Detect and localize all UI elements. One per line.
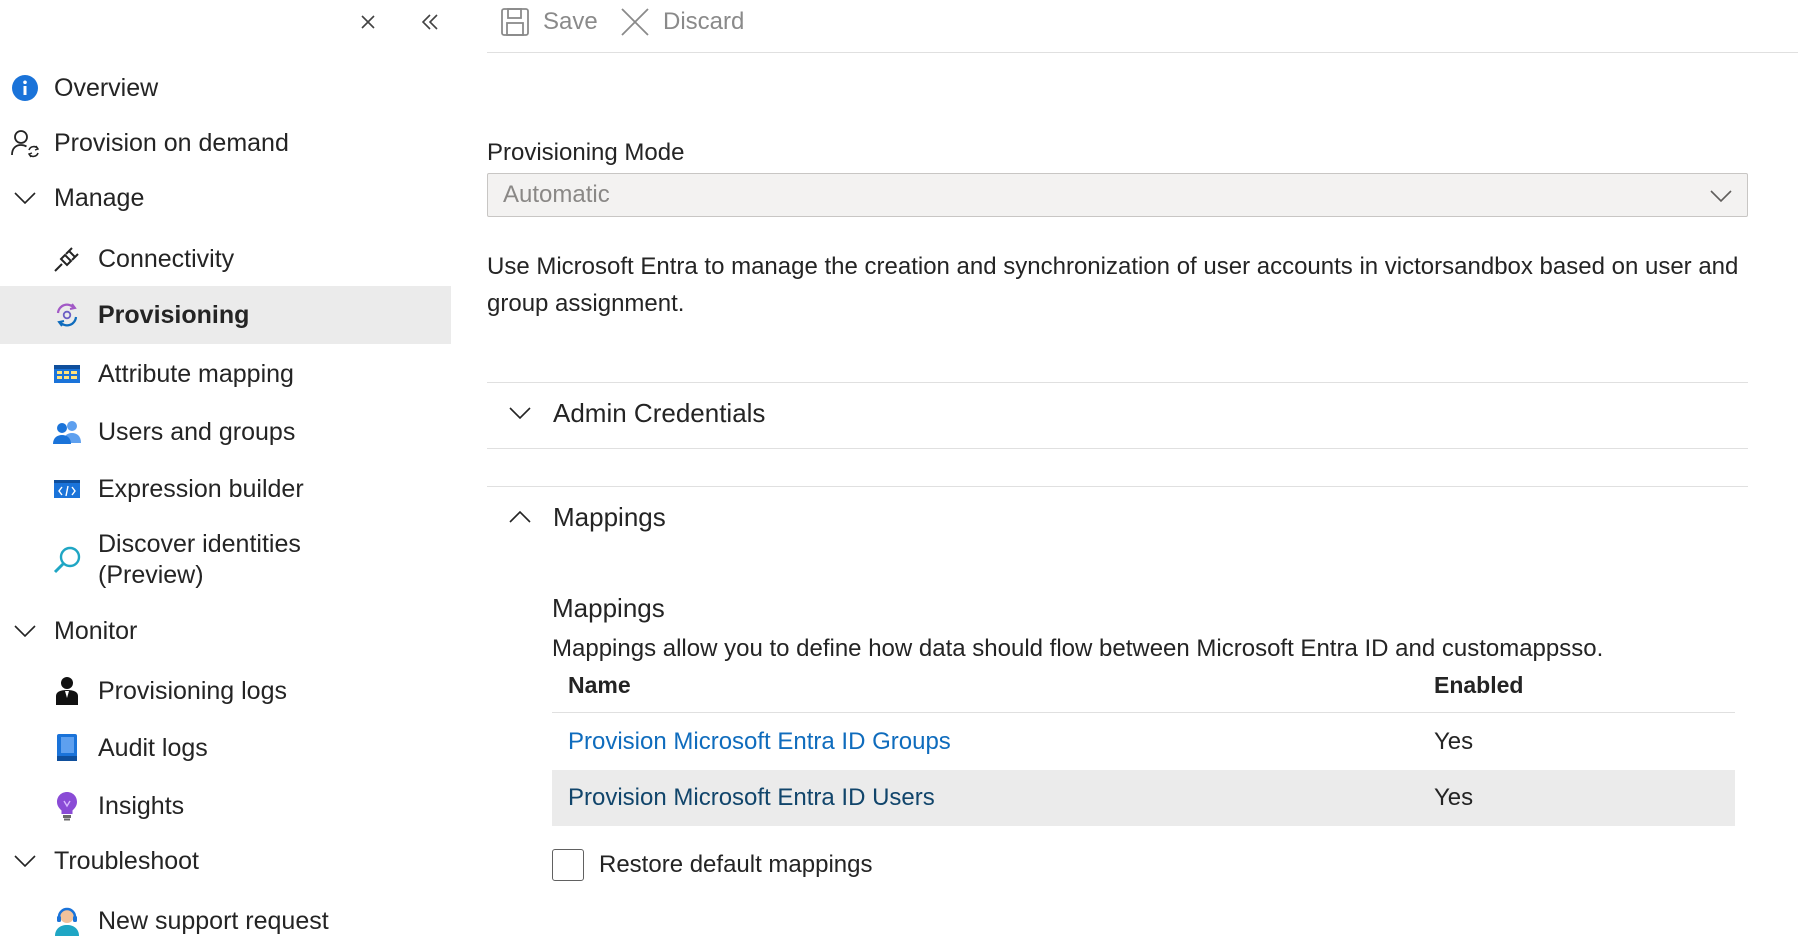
users-icon	[52, 417, 82, 447]
sidebar: Overview Provision on demand Manage Conn…	[0, 0, 451, 942]
mapping-enabled-value: Yes	[1434, 784, 1474, 811]
provisioning-mode-select[interactable]: Automatic	[487, 173, 1748, 217]
plug-icon	[52, 244, 82, 274]
sidebar-group-troubleshoot[interactable]: Troubleshoot	[0, 843, 451, 879]
sidebar-item-label: Provision on demand	[54, 128, 289, 157]
admin-credentials-section-toggle[interactable]: Admin Credentials	[487, 383, 1748, 443]
sidebar-item-expression-builder[interactable]: Expression builder	[0, 470, 451, 508]
support-agent-icon	[52, 906, 82, 936]
provisioning-icon	[52, 300, 82, 330]
sidebar-item-connectivity[interactable]: Connectivity	[0, 240, 451, 278]
table-icon	[52, 359, 82, 389]
mappings-title: Mappings	[552, 593, 665, 623]
provisioning-mode-label: Provisioning Mode	[487, 139, 685, 166]
sidebar-group-monitor[interactable]: Monitor	[0, 613, 451, 649]
mappings-section-label: Mappings	[553, 501, 666, 532]
sidebar-item-label: Audit logs	[98, 733, 208, 762]
restore-default-mappings[interactable]: Restore default mappings	[552, 849, 873, 881]
provisioning-description: Use Microsoft Entra to manage the creati…	[487, 253, 1739, 317]
sidebar-group-manage[interactable]: Manage	[0, 180, 451, 216]
table-row[interactable]: Provision Microsoft Entra ID Users Yes	[552, 770, 1735, 826]
sidebar-item-label: Overview	[54, 73, 159, 102]
chevron-down-icon	[10, 846, 40, 876]
mappings-section-toggle[interactable]: Mappings	[487, 487, 1748, 547]
column-header-name: Name	[568, 672, 631, 698]
user-sync-icon	[10, 128, 40, 158]
restore-default-mappings-checkbox[interactable]	[552, 849, 584, 881]
table-row[interactable]: Provision Microsoft Entra ID Groups Yes	[552, 714, 1735, 770]
close-icon	[619, 6, 651, 38]
chevron-down-icon	[10, 183, 40, 213]
column-header-enabled: Enabled	[1434, 672, 1524, 698]
mapping-enabled-value: Yes	[1434, 728, 1474, 755]
chevron-up-icon	[505, 502, 535, 532]
sidebar-item-attribute-mapping[interactable]: Attribute mapping	[0, 355, 451, 393]
sidebar-item-new-support-request[interactable]: New support request	[0, 902, 451, 940]
book-icon	[52, 733, 82, 763]
save-icon	[499, 6, 531, 38]
search-icon	[52, 545, 82, 575]
admin-credentials-label: Admin Credentials	[553, 397, 766, 428]
sidebar-group-label: Troubleshoot	[54, 846, 199, 875]
sidebar-item-label: Attribute mapping	[98, 359, 294, 388]
sidebar-item-provisioning[interactable]: Provisioning	[0, 286, 451, 344]
command-bar: Save Discard	[487, 0, 1798, 53]
discard-button[interactable]: Discard	[619, 4, 744, 40]
sidebar-item-users-and-groups[interactable]: Users and groups	[0, 413, 451, 451]
code-icon	[52, 474, 82, 504]
provisioning-mode-value: Automatic	[503, 181, 610, 208]
save-label: Save	[543, 8, 598, 35]
divider	[487, 448, 1748, 449]
mapping-link-groups[interactable]: Provision Microsoft Entra ID Groups	[568, 714, 951, 770]
save-button[interactable]: Save	[499, 4, 598, 40]
close-icon[interactable]	[354, 8, 382, 36]
sidebar-group-label: Monitor	[54, 616, 138, 645]
sidebar-item-discover-identities[interactable]: Discover identities (Preview)	[0, 527, 451, 593]
sidebar-item-label: Insights	[98, 791, 185, 820]
sidebar-item-provisioning-logs[interactable]: Provisioning logs	[0, 672, 451, 710]
chevron-down-icon	[505, 398, 535, 428]
log-user-icon	[52, 676, 82, 706]
sidebar-item-label-preview: (Preview)	[98, 561, 204, 589]
sidebar-item-label: Provisioning logs	[98, 676, 287, 705]
sidebar-group-label: Manage	[54, 183, 145, 212]
info-icon	[10, 73, 40, 103]
lightbulb-icon	[52, 791, 82, 821]
sidebar-item-label: Expression builder	[98, 474, 304, 503]
sidebar-item-insights[interactable]: Insights	[0, 787, 451, 825]
double-chevron-left-icon[interactable]	[416, 8, 444, 36]
sidebar-item-audit-logs[interactable]: Audit logs	[0, 729, 451, 767]
restore-default-mappings-label: Restore default mappings	[599, 851, 873, 878]
table-header: Name Enabled	[552, 659, 1735, 713]
sidebar-item-label: Discover identities	[98, 530, 301, 558]
sidebar-item-label: Provisioning	[98, 300, 250, 329]
sidebar-item-label: Connectivity	[98, 244, 235, 273]
chevron-down-icon	[1709, 182, 1733, 215]
sidebar-item-label: New support request	[98, 906, 329, 935]
sidebar-item-label: Users and groups	[98, 417, 296, 446]
sidebar-item-provision-on-demand[interactable]: Provision on demand	[0, 125, 451, 161]
sidebar-item-overview[interactable]: Overview	[0, 70, 451, 106]
chevron-down-icon	[10, 616, 40, 646]
mapping-link-users[interactable]: Provision Microsoft Entra ID Users	[568, 770, 935, 826]
discard-label: Discard	[663, 8, 745, 35]
